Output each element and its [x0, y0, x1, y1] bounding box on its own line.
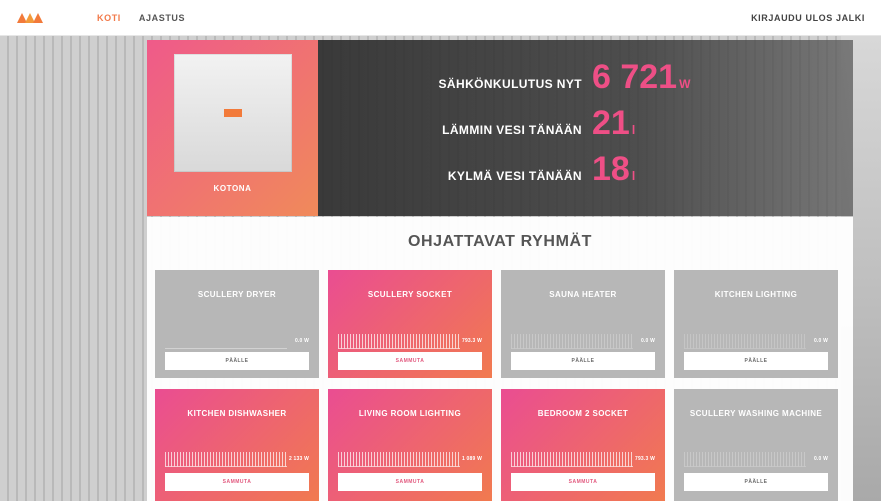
stat-value: 6 721 — [592, 58, 678, 96]
stat-label: KYLMÄ VESI TÄNÄÄN — [447, 169, 582, 183]
group-toggle-button[interactable]: SAMMUTA — [338, 352, 482, 370]
top-navigation-bar: KOTI AJASTUS KIRJAUDU ULOS JALKI — [0, 0, 881, 36]
home-status-label: KOTONA — [213, 184, 252, 193]
group-toggle-button[interactable]: SAMMUTA — [338, 473, 482, 491]
group-title: SCULLERY DRYER — [197, 290, 277, 299]
home-status-card[interactable]: KOTONA — [147, 40, 318, 216]
group-card: SCULLERY DRYER 0.0 W PÄÄLLE — [155, 270, 319, 378]
power-value: 2 133 W — [288, 456, 309, 462]
group-card: SCULLERY SOCKET 793.3 W SAMMUTA — [328, 270, 492, 378]
power-value: 793.3 W — [634, 456, 655, 462]
controllable-groups-panel: OHJATTAVAT RYHMÄT SCULLERY DRYER 0.0 W P… — [147, 217, 853, 501]
power-value: 793.3 W — [461, 338, 482, 344]
stat-unit: l — [631, 169, 636, 183]
stat-value: 21 — [592, 104, 630, 142]
group-card: LIVING ROOM LIGHTING 1 089 W SAMMUTA — [328, 389, 492, 501]
stat-unit: W — [679, 77, 691, 91]
logout-link[interactable]: KIRJAUDU ULOS JALKI — [751, 13, 865, 23]
group-toggle-button[interactable]: PÄÄLLE — [684, 352, 828, 370]
stat-cold-water: KYLMÄ VESI TÄNÄÄN 18 l — [318, 150, 853, 194]
group-title: BEDROOM 2 SOCKET — [537, 409, 629, 418]
group-toggle-button[interactable]: PÄÄLLE — [511, 352, 655, 370]
stat-value: 18 — [592, 150, 630, 188]
consumption-stats: SÄHKÖNKULUTUS NYT 6 721 W LÄMMIN VESI TÄ… — [318, 40, 853, 216]
group-title: SCULLERY WASHING MACHINE — [689, 409, 823, 418]
hero-section: KOTONA SÄHKÖNKULUTUS NYT 6 721 W LÄMMIN … — [147, 40, 853, 216]
stat-unit: l — [631, 123, 636, 137]
group-toggle-button[interactable]: PÄÄLLE — [165, 352, 309, 370]
logo-mark-icon — [17, 12, 43, 23]
logo[interactable] — [16, 11, 83, 25]
group-title: SAUNA HEATER — [549, 290, 617, 299]
nav-koti[interactable]: KOTI — [97, 13, 121, 23]
nav-ajastus[interactable]: AJASTUS — [139, 13, 185, 23]
group-card: SCULLERY WASHING MACHINE 0.0 W PÄÄLLE — [674, 389, 838, 501]
group-title: SCULLERY SOCKET — [367, 290, 453, 299]
group-title: LIVING ROOM LIGHTING — [358, 409, 462, 418]
group-card: BEDROOM 2 SOCKET 793.3 W SAMMUTA — [501, 389, 665, 501]
panel-title: OHJATTAVAT RYHMÄT — [407, 233, 593, 250]
power-value: 1 089 W — [461, 456, 482, 462]
group-card: KITCHEN LIGHTING 0.0 W PÄÄLLE — [674, 270, 838, 378]
stat-hot-water: LÄMMIN VESI TÄNÄÄN 21 l — [318, 104, 853, 148]
group-card: SAUNA HEATER 0.0 W PÄÄLLE — [501, 270, 665, 378]
stat-electricity: SÄHKÖNKULUTUS NYT 6 721 W — [318, 58, 853, 102]
group-toggle-button[interactable]: PÄÄLLE — [684, 473, 828, 491]
home-illustration — [173, 54, 292, 172]
group-toggle-button[interactable]: SAMMUTA — [165, 473, 309, 491]
group-card: KITCHEN DISHWASHER 2 133 W SAMMUTA — [155, 389, 319, 501]
power-value: 0.0 W — [640, 338, 655, 344]
power-value: 0.0 W — [294, 338, 309, 344]
power-value: 0.0 W — [813, 338, 828, 344]
group-toggle-button[interactable]: SAMMUTA — [511, 473, 655, 491]
home-indicator — [223, 109, 242, 117]
power-value: 0.0 W — [813, 456, 828, 462]
stat-label: LÄMMIN VESI TÄNÄÄN — [442, 123, 582, 137]
group-title: KITCHEN LIGHTING — [714, 290, 798, 299]
group-title: KITCHEN DISHWASHER — [187, 409, 287, 418]
stat-label: SÄHKÖNKULUTUS NYT — [438, 77, 582, 91]
